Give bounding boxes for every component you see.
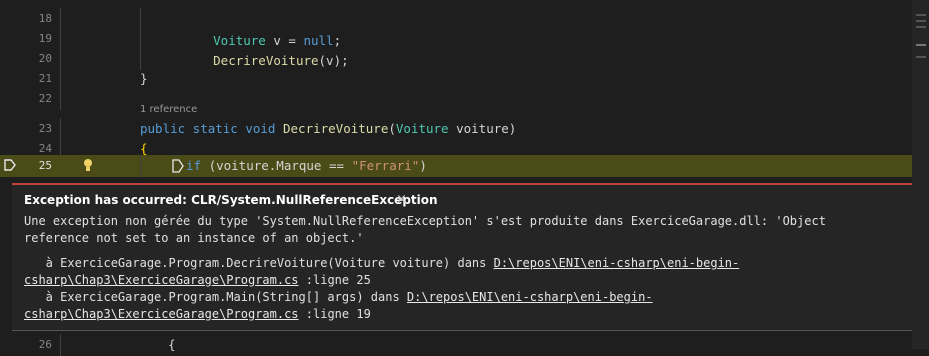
close-icon[interactable]: ×: [396, 192, 407, 207]
minimap-mark: [916, 26, 926, 28]
code-text: if (voiture.Marque == "Ferrari"): [186, 155, 427, 177]
stack-frame: à ExerciceGarage.Program.Main(String[] a…: [24, 290, 653, 304]
stack-frame: csharp\Chap3\ExerciceGarage\Program.cs :…: [24, 307, 371, 321]
stack-frame-link[interactable]: csharp\Chap3\ExerciceGarage\Program.cs: [24, 273, 299, 287]
code-text: }: [140, 71, 148, 86]
line-number: 26: [38, 338, 52, 351]
token-string: "Ferrari": [351, 158, 420, 173]
line-number: 23: [38, 122, 52, 135]
gutter-divider: [60, 48, 61, 70]
code-line[interactable]: 21 }: [0, 68, 912, 90]
code-line[interactable]: 26 {: [0, 334, 912, 356]
line-number: 22: [38, 92, 52, 105]
exception-message: Une exception non gérée du type 'System.…: [24, 214, 826, 228]
gutter-divider: [60, 68, 61, 90]
token-function: DecrireVoiture: [283, 121, 389, 136]
line-number: 21: [38, 72, 52, 85]
token-keyword: public static void: [140, 121, 283, 136]
stack-frame-text: à ExerciceGarage.Program.DecrireVoiture(…: [24, 256, 494, 270]
stack-frame: csharp\Chap3\ExerciceGarage\Program.cs :…: [24, 273, 371, 287]
token: (voiture.Marque ==: [208, 158, 352, 173]
indent-guide: [140, 28, 141, 50]
line-number: 20: [38, 52, 52, 65]
inline-breakpoint-icon[interactable]: [172, 159, 184, 173]
codelens-references[interactable]: 1 reference: [140, 104, 197, 115]
gutter-divider: [60, 8, 61, 30]
gutter-divider: [60, 118, 61, 140]
minimap-scrollbar[interactable]: [912, 0, 929, 349]
exception-widget: Exception has occurred: CLR/System.NullR…: [12, 183, 912, 331]
line-number: 25: [38, 159, 52, 172]
minimap-mark: [916, 56, 926, 58]
line-number: 18: [38, 12, 52, 25]
stack-frame-text: à ExerciceGarage.Program.Main(String[] a…: [24, 290, 407, 304]
token: (: [388, 121, 396, 136]
line-number: 19: [38, 32, 52, 45]
stack-frame-link[interactable]: csharp\Chap3\ExerciceGarage\Program.cs: [24, 307, 299, 321]
code-text: public static void DecrireVoiture(Voitur…: [140, 118, 516, 140]
token: voiture): [448, 121, 517, 136]
gutter-divider: [60, 88, 61, 110]
minimap-mark: [916, 44, 926, 46]
code-line[interactable]: 23 public static void DecrireVoiture(Voi…: [0, 118, 912, 140]
stack-frame-text: :ligne 25: [298, 273, 371, 287]
gutter-divider: [60, 28, 61, 50]
stack-frame: à ExerciceGarage.Program.DecrireVoiture(…: [24, 256, 740, 270]
code-line[interactable]: 18 Voiture v = null;: [0, 8, 912, 48]
minimap-mark: [916, 20, 926, 22]
exception-title: Exception has occurred: CLR/System.NullR…: [24, 193, 438, 207]
current-execution-line[interactable]: 25 if (voiture.Marque == "Ferrari"): [0, 155, 912, 177]
code-line[interactable]: 19 DecrireVoiture(v);: [0, 28, 912, 68]
exception-message: reference not set to an instance of an o…: [24, 231, 364, 245]
gutter-divider: [60, 334, 61, 356]
code-text: {: [168, 337, 176, 352]
token: ): [419, 158, 427, 173]
code-line[interactable]: 22: [0, 88, 912, 110]
stack-frame-link[interactable]: D:\repos\ENI\eni-csharp\eni-begin-: [407, 290, 653, 304]
code-editor[interactable]: 18 Voiture v = null; 19 DecrireVoiture(v…: [0, 0, 929, 356]
token-type: Voiture: [395, 121, 449, 136]
stack-frame-text: :ligne 19: [298, 307, 371, 321]
stack-frame-link[interactable]: D:\repos\ENI\eni-csharp\eni-begin-: [494, 256, 740, 270]
token-keyword: if: [186, 158, 209, 173]
indent-guide: [140, 48, 141, 70]
indent-guide: [140, 155, 141, 177]
breakpoint-arrow-icon[interactable]: [4, 159, 16, 171]
code-line[interactable]: 20: [0, 48, 912, 70]
minimap-mark: [916, 14, 926, 16]
lightbulb-icon[interactable]: [83, 158, 93, 172]
indent-guide: [140, 8, 141, 30]
